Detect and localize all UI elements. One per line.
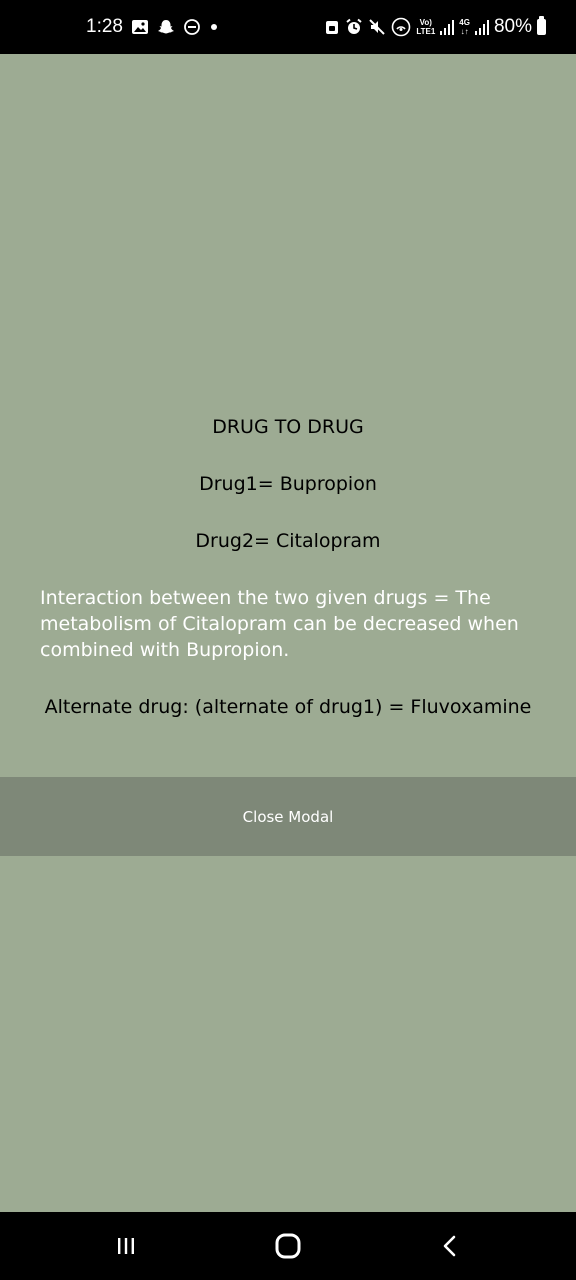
home-icon (275, 1233, 301, 1259)
clock: 1:28 (86, 16, 123, 37)
recent-apps-icon (118, 1238, 134, 1254)
hotspot-icon (391, 17, 411, 37)
network-label: 4G (459, 18, 470, 27)
volte-label: Vo) (419, 18, 432, 27)
interaction-text: Interaction between the two given drugs … (40, 587, 519, 661)
drug2-text: Drug2= Citalopram (195, 530, 381, 552)
signal-icon (440, 19, 455, 35)
drug1-text: Drug1= Bupropion (199, 473, 377, 495)
lock-icon (324, 18, 340, 36)
signal-icon (474, 19, 489, 35)
modal-heading: DRUG TO DRUG (212, 416, 364, 438)
status-bar: 1:28 Vo) LTE1 4G ↓↑ 80% (0, 0, 576, 54)
mute-icon (368, 18, 386, 36)
do-not-disturb-icon (183, 18, 201, 36)
data-arrows-icon: ↓↑ (460, 27, 469, 36)
status-right: Vo) LTE1 4G ↓↑ 80% (324, 0, 546, 54)
gallery-icon (131, 19, 149, 35)
recent-apps-button[interactable] (86, 1212, 166, 1280)
snapchat-icon (157, 18, 175, 36)
lte-label: LTE1 (416, 27, 436, 36)
back-icon (443, 1235, 456, 1257)
navigation-bar (0, 1212, 576, 1280)
notification-dot-icon (209, 22, 219, 32)
battery-icon (537, 16, 546, 35)
close-modal-button[interactable]: Close Modal (0, 777, 576, 856)
home-button[interactable] (248, 1212, 328, 1280)
network-indicator: 4G ↓↑ (459, 18, 470, 36)
battery-percent: 80% (493, 16, 532, 37)
volte-indicator: Vo) LTE1 (416, 18, 435, 36)
alternate-drug-text: Alternate drug: (alternate of drug1) = F… (44, 696, 532, 718)
status-left: 1:28 (86, 0, 219, 54)
back-button[interactable] (410, 1212, 490, 1280)
alarm-icon (345, 18, 363, 36)
close-modal-label: Close Modal (242, 807, 334, 826)
